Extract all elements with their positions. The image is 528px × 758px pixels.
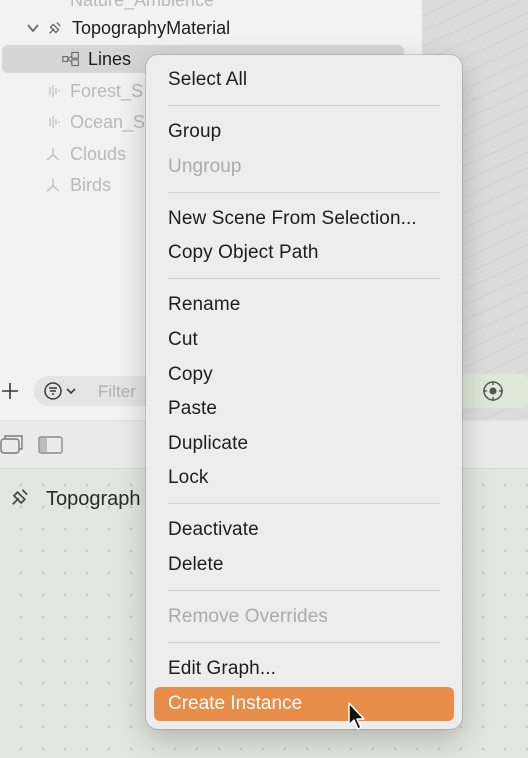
menu-separator (168, 192, 440, 193)
audio-icon (44, 82, 62, 100)
outline-item-topography-material[interactable]: TopographyMaterial (24, 14, 230, 42)
menu-item-duplicate[interactable]: Duplicate (168, 432, 248, 456)
filter-placeholder: Filter (98, 382, 136, 401)
outline-item-birds[interactable]: Birds (44, 171, 111, 199)
sidebar-icon[interactable] (38, 435, 64, 460)
menu-item-copy[interactable]: Copy (168, 363, 213, 387)
menu-item-label: Create Instance (168, 693, 303, 714)
audio-icon (44, 113, 62, 131)
outline-item-label: Birds (70, 174, 112, 195)
pointer-cursor-icon (347, 702, 367, 737)
viewport-toolbar (458, 374, 528, 408)
menu-item-rename[interactable]: Rename (168, 293, 240, 317)
context-menu: Select All Group Ungroup New Scene From … (146, 55, 462, 729)
outline-item-label: Ocean_S (70, 111, 146, 132)
menu-item-copy-object-path[interactable]: Copy Object Path (168, 241, 319, 265)
menu-item-lock[interactable]: Lock (168, 466, 209, 490)
outline-item-forest[interactable]: Forest_S (44, 77, 143, 105)
menu-item-cut[interactable]: Cut (168, 328, 198, 352)
chevron-down-icon[interactable] (24, 19, 42, 37)
menu-item-select-all[interactable]: Select All (168, 68, 247, 92)
windows-icon[interactable] (0, 434, 24, 461)
outline-item-label: Lines (88, 48, 132, 69)
inspector-header: Topograph (8, 485, 141, 514)
outline-item-clouds[interactable]: Clouds (44, 140, 126, 168)
menu-item-delete[interactable]: Delete (168, 553, 224, 577)
menu-item-paste[interactable]: Paste (168, 397, 217, 421)
outline-item-label: TopographyMaterial (72, 17, 231, 38)
viewport-gizmo-icon[interactable] (482, 380, 504, 407)
outline-item-label: Forest_S (70, 80, 144, 101)
menu-separator (168, 278, 440, 279)
menu-separator (168, 105, 440, 106)
outline-item-label: Clouds (70, 143, 127, 164)
transform-icon (44, 176, 62, 194)
plus-icon[interactable] (0, 380, 20, 407)
outline-item-nature-ambience[interactable]: Nature_Ambience (70, 0, 214, 14)
outline-item-ocean[interactable]: Ocean_S (44, 108, 145, 136)
menu-item-create-instance[interactable]: Create Instance (154, 687, 454, 721)
node-graph-icon (62, 50, 80, 68)
material-icon (8, 485, 32, 514)
menu-item-edit-graph[interactable]: Edit Graph... (168, 657, 276, 681)
menu-item-ungroup: Ungroup (168, 156, 242, 177)
menu-item-group[interactable]: Group (168, 120, 221, 144)
outline-item-label: Nature_Ambience (70, 0, 214, 11)
menu-separator (168, 590, 440, 591)
menu-item-new-scene-from-selection[interactable]: New Scene From Selection... (168, 207, 417, 231)
material-icon (46, 19, 64, 37)
menu-separator (168, 642, 440, 643)
filter-icon[interactable] (44, 382, 78, 405)
menu-separator (168, 503, 440, 504)
transform-icon (44, 145, 62, 163)
menu-item-deactivate[interactable]: Deactivate (168, 518, 259, 542)
inspector-title: Topograph (46, 488, 141, 510)
menu-item-remove-overrides: Remove Overrides (168, 606, 328, 627)
